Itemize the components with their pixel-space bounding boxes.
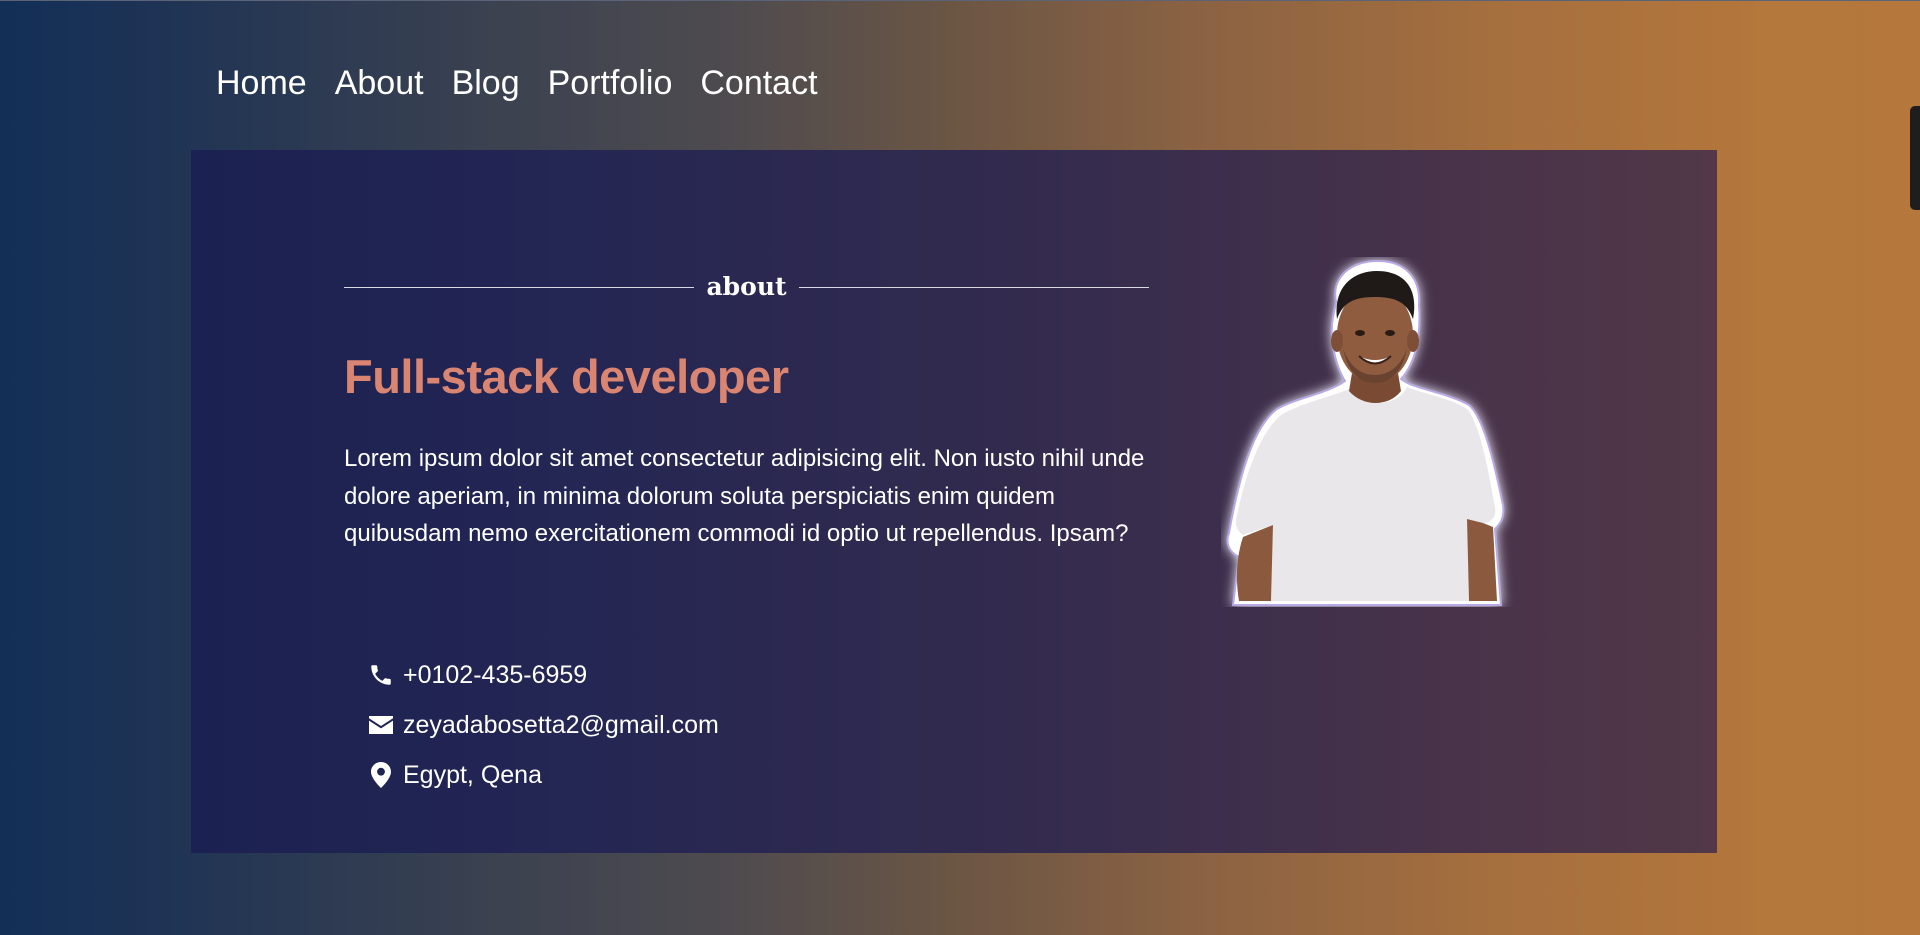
nav-portfolio[interactable]: Portfolio (548, 60, 673, 106)
heading-divider-right (798, 286, 1150, 288)
section-heading-label: about (706, 272, 787, 301)
window-top-edge (0, 0, 1920, 1)
about-section: about Full-stack developer Lorem ipsum d… (191, 150, 1717, 853)
heading-divider-left (344, 286, 695, 288)
main-nav: Home About Blog Portfolio Contact (216, 60, 818, 106)
nav-home[interactable]: Home (216, 60, 307, 106)
contact-phone-text: +0102-435-6959 (403, 660, 588, 689)
section-heading: about (344, 270, 1150, 304)
contact-location-text: Egypt, Qena (403, 760, 542, 789)
scrollbar-thumb[interactable] (1910, 106, 1920, 210)
contact-item-email: zeyadabosetta2@gmail.com (367, 700, 719, 750)
nav-blog[interactable]: Blog (452, 60, 520, 106)
contact-item-phone: +0102-435-6959 (367, 650, 719, 700)
profile-photo (1221, 257, 1541, 607)
nav-about[interactable]: About (335, 60, 424, 106)
phone-icon (367, 661, 395, 689)
bio-paragraph: Lorem ipsum dolor sit amet consectetur a… (344, 445, 1145, 547)
map-pin-icon (367, 761, 395, 789)
contact-email-text: zeyadabosetta2@gmail.com (403, 710, 719, 739)
contact-list: +0102-435-6959 zeyadabosetta2@gmail.com … (367, 650, 719, 800)
contact-item-location: Egypt, Qena (367, 750, 719, 800)
nav-contact[interactable]: Contact (700, 60, 817, 106)
role-title: Full-stack developer (344, 350, 789, 403)
envelope-icon (367, 711, 395, 739)
